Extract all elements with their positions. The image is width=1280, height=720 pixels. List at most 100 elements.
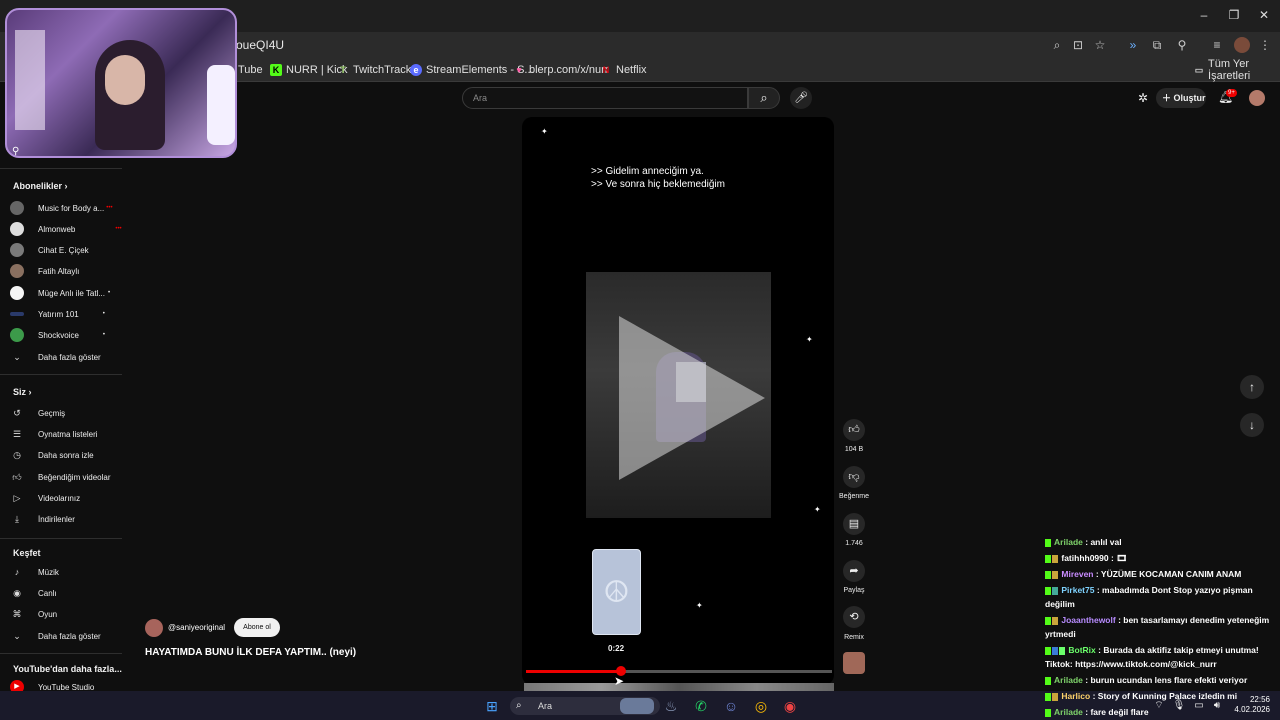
sidebar-section-subscriptions[interactable]: Abonelikler › (13, 181, 68, 191)
channel-avatar[interactable] (145, 619, 163, 637)
whatsapp-icon[interactable]: ✆ (692, 697, 710, 715)
video-icon: ▷ (13, 493, 21, 503)
webcam-overlay (5, 8, 237, 158)
webcam-shelf (15, 30, 45, 130)
bookmark-blerp[interactable]: ♥ blerp.com/x/nurr (513, 63, 608, 77)
download-icon: ⤓ (15, 514, 19, 524)
play-icon[interactable] (619, 316, 765, 480)
sidebar-item-label: Geçmiş (38, 408, 66, 418)
bookmark-netflix[interactable]: N Netflix (600, 63, 647, 77)
cast-icon[interactable]: ✲ (1138, 91, 1148, 105)
sidebar-show-more[interactable]: ⌄ Daha fazla göster (10, 347, 120, 367)
remix-button[interactable]: ⟲ (843, 606, 865, 628)
channel-handle[interactable]: @saniyeoriginal (168, 623, 225, 632)
close-icon[interactable]: ✕ (1257, 8, 1271, 22)
chat-message: Harlico : Story of Kunning Palace izledi… (1045, 689, 1280, 703)
install-icon[interactable]: ⊡ (1070, 37, 1086, 53)
bookmark-kick[interactable]: K NURR | Kick (270, 63, 348, 77)
peace-sign-icon: ☮ (603, 576, 630, 609)
sidebar-item-subscription[interactable]: Almonweb ••• (10, 219, 122, 239)
maximize-icon[interactable]: ❐ (1227, 8, 1241, 22)
live-indicator-icon: ••• (106, 205, 113, 211)
webcam-face (105, 55, 145, 105)
sidebar-show-more[interactable]: ⌄ Daha fazla göster (10, 626, 120, 646)
like-button[interactable]: 👍︎ (843, 419, 865, 441)
streamelements-icon: e (410, 64, 422, 76)
live-indicator-icon: ••• (115, 226, 122, 232)
tab-search-icon[interactable]: ≡ (1209, 37, 1225, 53)
twitchtracker-icon: T (340, 65, 346, 75)
netflix-icon: N (602, 65, 610, 75)
new-dot-icon: • (108, 290, 111, 296)
sub-badge-icon (1052, 692, 1058, 701)
bookmark-youtube[interactable]: Tube (238, 63, 263, 77)
profile-avatar[interactable] (1234, 37, 1250, 53)
dislike-button[interactable]: 👎︎ (843, 466, 865, 488)
sidebar-item-label: Beğendiğim videolar (38, 472, 111, 482)
kick-badge-icon (1045, 586, 1051, 595)
chat-message: Joaanthewolf : ben tasarlamayı denedim y… (1045, 613, 1280, 641)
sidebar-item-live[interactable]: ◉ Canlı (10, 583, 120, 603)
sidebar-item-subscription[interactable]: Shockvoice • (10, 325, 120, 345)
extension-icon[interactable]: ⧉ (1149, 37, 1165, 53)
minimize-icon[interactable]: – (1197, 8, 1211, 22)
chat-text: : YÜZÜME KOCAMAN CANIM ANAM (1095, 569, 1242, 579)
create-button[interactable]: ＋ Oluştur (1156, 88, 1206, 108)
start-icon[interactable]: ⊞ (483, 697, 501, 715)
sidebar-item-label: Cihat E. Çiçek (38, 245, 89, 255)
all-bookmarks[interactable]: ▭ Tüm Yer İşaretleri (1194, 58, 1280, 82)
sidebar-item-subscription[interactable]: Music for Body a... ••• (10, 198, 120, 218)
sidebar-item-history[interactable]: ↺ Geçmiş (10, 403, 120, 423)
sidebar-section-you[interactable]: Siz › (13, 387, 32, 397)
zoom-icon[interactable]: ⌕ (1049, 37, 1065, 53)
kick-badge-icon (1045, 538, 1051, 547)
search-input[interactable]: Ara (462, 87, 748, 109)
chrome-icon[interactable]: ◎ (752, 697, 770, 715)
subscribe-button[interactable]: Abone ol (234, 618, 280, 637)
sidebar-item-playlists[interactable]: ☰ Oynatma listeleri (10, 424, 120, 444)
sidebar-item-downloads[interactable]: ⤓ İndirilenler (10, 509, 120, 529)
sub-badge-icon (1052, 586, 1058, 595)
extension-icon[interactable]: » (1125, 37, 1141, 53)
widget-icon[interactable] (620, 698, 654, 714)
bookmark-twitchtracker[interactable]: T TwitchTracker (337, 63, 421, 77)
sidebar-divider (0, 374, 122, 375)
live-icon: ◉ (13, 588, 21, 598)
sound-thumbnail[interactable] (843, 652, 865, 674)
chat-username: Pirket75 (1061, 585, 1095, 595)
bookmark-star-icon[interactable]: ☆ (1092, 37, 1108, 53)
extensions-puzzle-icon[interactable]: ⚲ (1174, 37, 1190, 53)
mic-icon: 🎤︎ (794, 92, 808, 104)
discord-icon[interactable]: ☺ (722, 697, 740, 715)
sidebar-item-gaming[interactable]: ⌘ Oyun (10, 604, 120, 624)
arrow-up-icon: ↑ (1249, 380, 1255, 394)
blerp-icon: ♥ (516, 65, 522, 75)
next-short-button[interactable]: ↓ (1240, 413, 1264, 437)
sparkle-decoration: ✦ (541, 127, 548, 136)
voice-search-button[interactable]: 🎤︎ (790, 87, 812, 109)
share-label: Paylaş (843, 587, 865, 594)
menu-kebab-icon[interactable]: ⋮ (1257, 37, 1273, 53)
app-icon[interactable]: ◉ (781, 697, 799, 715)
chat-text: : anlıl val (1085, 537, 1122, 547)
sidebar-item-subscription[interactable]: Cihat E. Çiçek (10, 240, 120, 260)
sidebar-item-watch-later[interactable]: ◷ Daha sonra izle (10, 445, 120, 465)
sidebar-item-subscription[interactable]: Yatırım 101 • (10, 304, 120, 324)
account-avatar[interactable] (1249, 90, 1265, 106)
sidebar-item-music[interactable]: ♪ Müzik (10, 562, 120, 582)
comments-button[interactable]: ▤ (843, 513, 865, 535)
share-button[interactable]: ➦ (843, 560, 865, 582)
channel-avatar (10, 286, 24, 300)
steam-icon[interactable]: ♨ (662, 697, 680, 715)
sidebar-item-liked[interactable]: 👍︎ Beğendiğim videolar (10, 467, 120, 487)
address-bar[interactable]: oueQI4U (236, 38, 284, 52)
sidebar-item-subscription[interactable]: Müge Anlı ile Tatl... • (10, 283, 120, 303)
search-button[interactable]: ⌕ (748, 87, 780, 109)
sub-badge-icon (1052, 570, 1058, 579)
chat-username: Arilade (1054, 675, 1083, 685)
sidebar-item-subscription[interactable]: Fatih Altaylı (10, 261, 120, 281)
sidebar-item-label: Videolarınız (38, 493, 81, 503)
previous-short-button[interactable]: ↑ (1240, 375, 1264, 399)
sidebar-item-your-videos[interactable]: ▷ Videolarınız (10, 488, 120, 508)
chat-text: : fare değil flare (1085, 707, 1149, 717)
